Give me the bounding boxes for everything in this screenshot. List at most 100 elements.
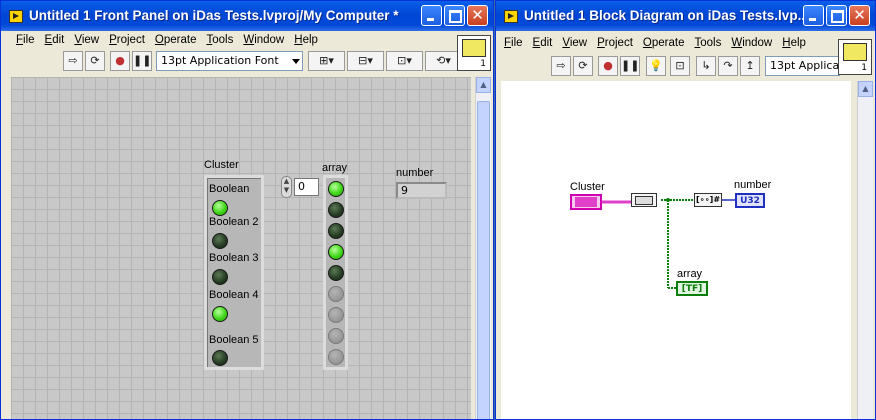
menu-tools[interactable]: Tools	[689, 34, 726, 52]
minimize-icon	[809, 18, 816, 21]
scroll-up-button[interactable]: ▲	[858, 81, 873, 97]
menu-file[interactable]: File	[11, 31, 40, 49]
menu-operate[interactable]: Operate	[638, 34, 690, 52]
abort-icon[interactable]: ●	[110, 51, 130, 71]
array-element-led	[328, 244, 344, 260]
menu-edit[interactable]: Edit	[528, 34, 558, 52]
block-diagram-menubar: File Edit View Project Operate Tools Window Hel…	[499, 34, 811, 52]
menu-help[interactable]: Help	[777, 34, 811, 52]
maximize-button[interactable]	[826, 5, 847, 26]
boolean-2-led[interactable]	[212, 233, 228, 249]
context-help-icon[interactable]: 1	[457, 35, 491, 71]
context-help-number: 1	[480, 59, 486, 69]
cluster-label: Cluster	[204, 159, 239, 171]
array-terminal-label: array	[677, 268, 703, 280]
menu-project[interactable]: Project	[592, 34, 638, 52]
menu-operate[interactable]: Operate	[150, 31, 202, 49]
pause-icon[interactable]: ❚❚	[620, 56, 640, 76]
array-element-led	[328, 181, 344, 197]
array-terminal[interactable]: [TF]	[676, 281, 708, 296]
close-button[interactable]: ✕	[467, 5, 488, 26]
menu-edit[interactable]: Edit	[40, 31, 70, 49]
menu-view[interactable]: View	[69, 31, 104, 49]
boolean-2-label: Boolean 2	[209, 216, 259, 228]
minimize-button[interactable]	[803, 5, 824, 26]
close-icon: ✕	[471, 6, 484, 24]
cluster-indicator[interactable]: Boolean Boolean 2 Boolean 3 Boolean 4 Bo…	[204, 175, 264, 370]
boolean-1-label: Boolean	[209, 183, 250, 195]
run-arrow-icon[interactable]: ⇨	[551, 56, 571, 76]
run-continuously-icon[interactable]: ⟳	[85, 51, 105, 71]
array-indicator[interactable]	[323, 175, 348, 370]
number-terminal-label: number	[734, 179, 772, 191]
cluster-terminal-icon	[575, 197, 597, 207]
cluster-terminal-label: Cluster	[570, 181, 605, 193]
menu-file[interactable]: File	[499, 34, 528, 52]
minimize-icon	[427, 18, 434, 21]
font-dropdown[interactable]: 13pt Applicatio	[765, 56, 840, 76]
boolean-5-led[interactable]	[212, 350, 228, 366]
cluster-to-array-node[interactable]	[631, 193, 657, 207]
close-icon: ✕	[853, 6, 866, 24]
boolean-array-to-number-node[interactable]: [∘∘]#	[694, 193, 722, 207]
retain-wire-values-icon[interactable]: ⊡	[670, 56, 690, 76]
array-index-spinner[interactable]: ▲ ▼	[281, 176, 292, 198]
menu-window[interactable]: Window	[238, 31, 289, 49]
font-dropdown[interactable]: 13pt Application Font	[156, 51, 303, 71]
front-panel-menubar: File Edit View Project Operate Tools Window Hel…	[11, 31, 323, 49]
number-indicator: 9	[396, 182, 447, 199]
menu-window[interactable]: Window	[726, 34, 777, 52]
array-element-led	[328, 202, 344, 218]
cluster-to-array-icon	[635, 196, 653, 205]
maximize-icon	[831, 10, 844, 23]
vi-connector-icon	[843, 43, 867, 61]
pause-icon[interactable]: ❚❚	[132, 51, 152, 71]
array-element-led	[328, 265, 344, 281]
step-out-icon[interactable]: ↥	[740, 56, 760, 76]
menu-tools[interactable]: Tools	[201, 31, 238, 49]
close-button[interactable]: ✕	[849, 5, 870, 26]
context-help-number: 1	[861, 63, 867, 73]
highlight-execution-icon[interactable]: 💡	[646, 56, 666, 76]
distribute-objects-icon[interactable]: ⊟▾	[347, 51, 384, 71]
menu-view[interactable]: View	[557, 34, 592, 52]
maximize-button[interactable]	[444, 5, 465, 26]
boolean-4-led[interactable]	[212, 306, 228, 322]
block-diagram-vertical-scrollbar[interactable]: ▲	[857, 81, 873, 419]
block-diagram-canvas[interactable]: Cluster [∘∘]# number U32 array [TF]	[501, 81, 851, 419]
boolean-5-label: Boolean 5	[209, 334, 259, 346]
abort-icon[interactable]: ●	[598, 56, 618, 76]
boolean-1-led[interactable]	[212, 200, 228, 216]
array-element-led	[328, 307, 344, 323]
run-arrow-icon[interactable]: ⇨	[63, 51, 83, 71]
labview-vi-icon	[504, 10, 518, 23]
front-panel-title: Untitled 1 Front Panel on iDas Tests.lvp…	[29, 8, 399, 23]
menu-project[interactable]: Project	[104, 31, 150, 49]
front-panel-titlebar[interactable]: Untitled 1 Front Panel on iDas Tests.lvp…	[1, 1, 493, 31]
number-terminal[interactable]: U32	[735, 193, 765, 208]
front-panel-vertical-scrollbar[interactable]: ▲	[475, 77, 491, 419]
menu-help[interactable]: Help	[289, 31, 323, 49]
boolean-3-led[interactable]	[212, 269, 228, 285]
context-help-icon[interactable]: 1	[838, 39, 872, 75]
step-over-icon[interactable]: ↷	[718, 56, 738, 76]
array-element-led	[328, 286, 344, 302]
array-index-input[interactable]: 0	[294, 178, 319, 196]
scroll-up-button[interactable]: ▲	[476, 77, 491, 93]
minimize-button[interactable]	[421, 5, 442, 26]
cluster-terminal[interactable]	[570, 194, 602, 210]
block-diagram-title: Untitled 1 Block Diagram on iDas Tests.l…	[524, 8, 809, 23]
run-continuously-icon[interactable]: ⟳	[573, 56, 593, 76]
font-dropdown-value: 13pt Application Font	[161, 54, 279, 67]
boolean-4-label: Boolean 4	[209, 289, 259, 301]
array-label: array	[322, 162, 348, 174]
array-element-led	[328, 328, 344, 344]
maximize-icon	[449, 10, 462, 23]
scroll-thumb[interactable]	[477, 101, 490, 419]
resize-objects-icon[interactable]: ⊡▾	[386, 51, 423, 71]
block-diagram-titlebar[interactable]: Untitled 1 Block Diagram on iDas Tests.l…	[496, 1, 875, 31]
step-into-icon[interactable]: ↳	[696, 56, 716, 76]
array-element-led	[328, 349, 344, 365]
align-objects-icon[interactable]: ⊞▾	[308, 51, 345, 71]
front-panel-window: Untitled 1 Front Panel on iDas Tests.lvp…	[0, 0, 494, 420]
